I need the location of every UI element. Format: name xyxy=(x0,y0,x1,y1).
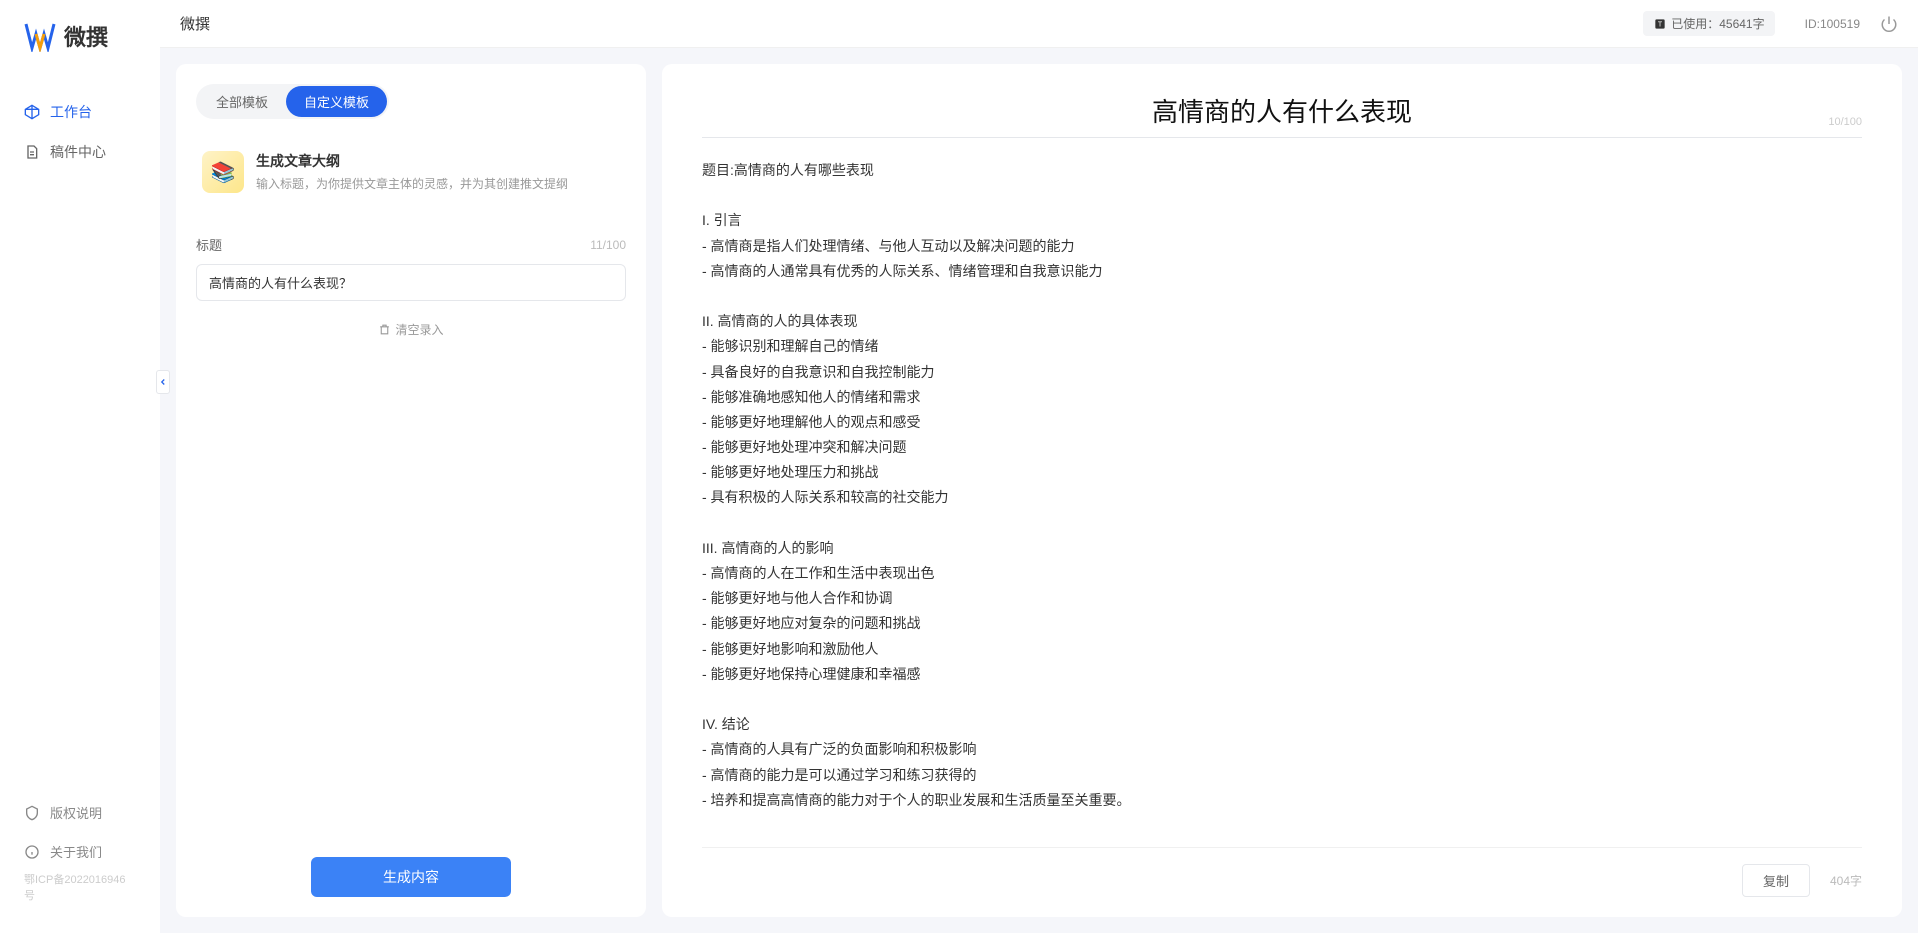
template-title: 生成文章大纲 xyxy=(256,151,620,171)
output-title: 高情商的人有什么表现 xyxy=(702,92,1862,129)
power-icon[interactable] xyxy=(1880,15,1898,33)
doc-icon xyxy=(24,144,40,160)
cube-icon xyxy=(24,104,40,120)
output-footer: 复制 404字 xyxy=(702,847,1862,897)
output-title-counter: 10/100 xyxy=(1828,116,1862,128)
sidebar-item-copyright[interactable]: 版权说明 xyxy=(0,793,160,832)
template-icon: 📚 xyxy=(202,151,244,193)
sidebar-item-label: 版权说明 xyxy=(50,803,102,822)
shield-icon xyxy=(24,805,40,821)
user-id: ID:100519 xyxy=(1805,17,1860,31)
logo-icon xyxy=(24,20,56,52)
output-char-count: 404字 xyxy=(1830,872,1862,889)
field-label: 标题 xyxy=(196,235,222,254)
input-panel: 全部模板 自定义模板 📚 生成文章大纲 输入标题，为你提供文章主体的灵感，并为其… xyxy=(176,64,646,917)
sidebar-item-label: 关于我们 xyxy=(50,842,102,861)
logo: 微撰 xyxy=(0,20,160,92)
text-icon: T xyxy=(1653,17,1667,31)
sidebar-item-label: 工作台 xyxy=(50,102,92,122)
chevron-left-icon xyxy=(158,377,168,387)
svg-text:T: T xyxy=(1658,21,1663,28)
sidebar-item-about[interactable]: 关于我们 xyxy=(0,832,160,871)
page-title: 微撰 xyxy=(180,13,1643,34)
sidebar: 微撰 工作台 稿件中心 版权说明 关于我们 鄂ICP备2022016946号 xyxy=(0,0,160,933)
nav-bottom: 版权说明 关于我们 鄂ICP备2022016946号 xyxy=(0,793,160,913)
sidebar-item-label: 稿件中心 xyxy=(50,142,106,162)
tab-all-templates[interactable]: 全部模板 xyxy=(198,86,286,117)
icp-text: 鄂ICP备2022016946号 xyxy=(0,871,160,903)
template-desc: 输入标题，为你提供文章主体的灵感，并为其创建推文提纲 xyxy=(256,175,620,193)
template-tabs: 全部模板 自定义模板 xyxy=(196,84,389,119)
sidebar-item-drafts[interactable]: 稿件中心 xyxy=(0,132,160,172)
title-input[interactable] xyxy=(196,264,626,301)
tab-custom-templates[interactable]: 自定义模板 xyxy=(286,86,387,117)
title-field-section: 标题 11/100 xyxy=(196,235,626,301)
field-counter: 11/100 xyxy=(590,238,626,252)
sidebar-item-workspace[interactable]: 工作台 xyxy=(0,92,160,132)
field-header: 标题 11/100 xyxy=(196,235,626,254)
content-area: 全部模板 自定义模板 📚 生成文章大纲 输入标题，为你提供文章主体的灵感，并为其… xyxy=(160,48,1918,933)
clear-input-button[interactable]: 清空录入 xyxy=(196,321,626,338)
output-panel: 高情商的人有什么表现 10/100 题目:高情商的人有哪些表现 I. 引言 - … xyxy=(662,64,1902,917)
info-icon xyxy=(24,844,40,860)
sidebar-collapse-handle[interactable] xyxy=(156,370,170,394)
output-divider xyxy=(702,137,1862,138)
clear-label: 清空录入 xyxy=(395,321,443,338)
output-body: 题目:高情商的人有哪些表现 I. 引言 - 高情商是指人们处理情绪、与他人互动以… xyxy=(702,158,1862,831)
usage-prefix: 已使用： xyxy=(1671,15,1719,32)
usage-value: 45641字 xyxy=(1719,15,1764,32)
template-card: 📚 生成文章大纲 输入标题，为你提供文章主体的灵感，并为其创建推文提纲 xyxy=(196,139,626,205)
generate-footer: 生成内容 xyxy=(196,837,626,897)
generate-button[interactable]: 生成内容 xyxy=(311,857,511,897)
usage-badge: T 已使用： 45641字 xyxy=(1643,11,1774,36)
trash-icon xyxy=(378,323,391,336)
books-icon: 📚 xyxy=(211,160,236,185)
copy-button[interactable]: 复制 xyxy=(1742,864,1810,897)
nav-main: 工作台 稿件中心 xyxy=(0,92,160,793)
template-info: 生成文章大纲 输入标题，为你提供文章主体的灵感，并为其创建推文提纲 xyxy=(256,151,620,193)
topbar: 微撰 T 已使用： 45641字 ID:100519 xyxy=(160,0,1918,48)
main: 微撰 T 已使用： 45641字 ID:100519 全部模板 自定义模板 📚 … xyxy=(160,0,1918,933)
logo-text: 微撰 xyxy=(64,20,108,52)
